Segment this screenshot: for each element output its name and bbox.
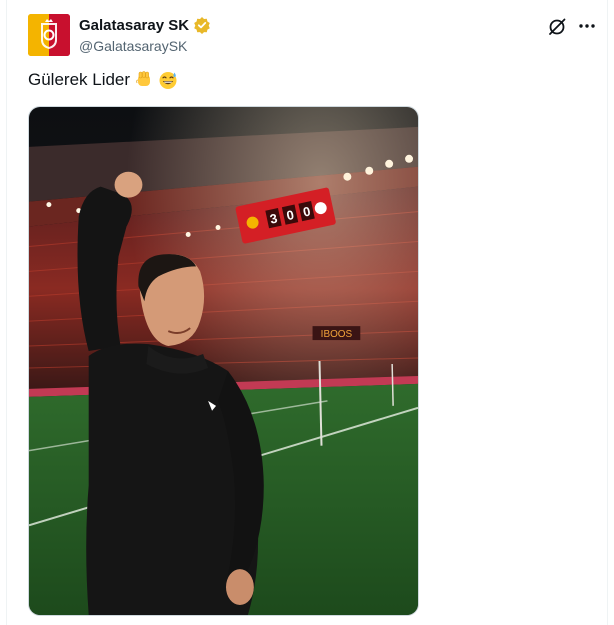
stadium-photo-image: 3 0 0 IBOOS	[29, 107, 418, 615]
tweet-text-content: Gülerek Lider	[28, 70, 131, 89]
tweet-photo[interactable]: 3 0 0 IBOOS	[28, 106, 419, 616]
author-name-row[interactable]: Galatasaray SK	[79, 16, 211, 34]
grinning-sweat-emoji	[158, 70, 178, 90]
gold-verified-badge-icon[interactable]	[193, 16, 211, 34]
stadium-sign: IBOOS	[321, 329, 353, 340]
tweet-card[interactable]: Galatasaray SK @GalatasaraySK Gülerek Li…	[6, 0, 608, 625]
grok-icon[interactable]	[546, 16, 568, 38]
raised-fist-emoji	[134, 70, 154, 90]
avatar[interactable]	[28, 14, 70, 56]
galatasaray-crest-icon	[28, 14, 70, 56]
tweet-text: Gülerek Lider	[28, 70, 178, 90]
author-handle[interactable]: @GalatasaraySK	[79, 38, 187, 54]
author-display-name[interactable]: Galatasaray SK	[79, 17, 189, 34]
more-icon[interactable]	[575, 14, 599, 38]
